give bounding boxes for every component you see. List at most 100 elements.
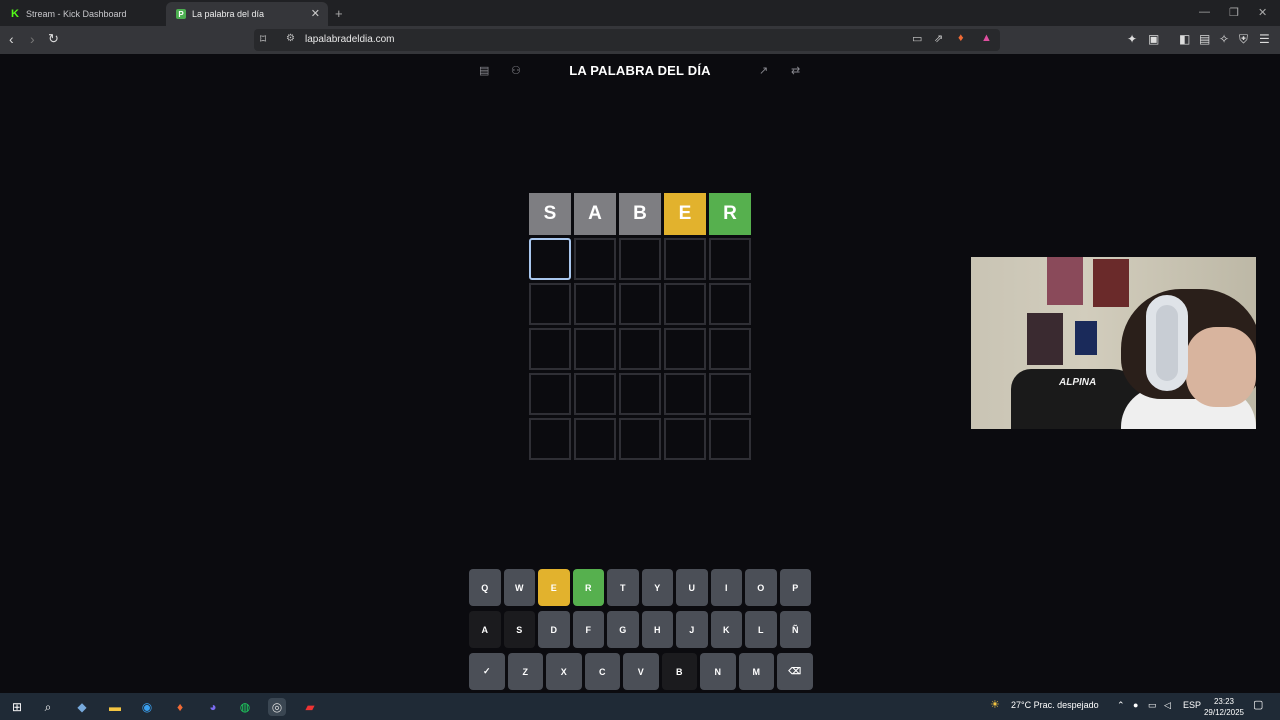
- brave-icon[interactable]: ♦: [171, 698, 189, 716]
- poster-4: [1075, 321, 1097, 355]
- key-c[interactable]: C: [584, 653, 620, 690]
- key-m[interactable]: M: [738, 653, 774, 690]
- search-icon[interactable]: ⌕: [39, 698, 57, 716]
- board-cell: [574, 283, 616, 325]
- leo-ai-icon[interactable]: ✧: [1219, 32, 1229, 46]
- key-a[interactable]: A: [469, 611, 501, 648]
- key-b[interactable]: B: [661, 653, 697, 690]
- backspace-key[interactable]: ⌫: [777, 653, 813, 690]
- weather-icon[interactable]: ☀: [990, 698, 1000, 711]
- forward-icon[interactable]: ›: [30, 31, 35, 47]
- menu-icon[interactable]: ☰: [1259, 32, 1270, 46]
- board-cell: [529, 418, 571, 460]
- key-r[interactable]: R: [572, 569, 604, 606]
- minimize-icon[interactable]: —: [1199, 6, 1210, 18]
- board-cell: [619, 373, 661, 415]
- close-tab-icon[interactable]: ✕: [311, 7, 320, 20]
- key-j[interactable]: J: [676, 611, 708, 648]
- network-icon[interactable]: ▭: [1148, 700, 1157, 711]
- key-n[interactable]: N: [700, 653, 736, 690]
- info-icon[interactable]: ▤: [479, 64, 489, 77]
- sidebar-icon[interactable]: ◧: [1179, 32, 1190, 46]
- key-t[interactable]: T: [607, 569, 639, 606]
- reload-icon[interactable]: ↻: [48, 31, 59, 47]
- board-cell: [529, 328, 571, 370]
- key-o[interactable]: O: [745, 569, 777, 606]
- headset: [1146, 295, 1188, 391]
- notifications-icon[interactable]: ▢: [1253, 698, 1263, 711]
- bookmark-icon[interactable]: ⌑: [260, 32, 266, 46]
- key-d[interactable]: D: [538, 611, 570, 648]
- key-i[interactable]: I: [710, 569, 742, 606]
- board-cell: [664, 373, 706, 415]
- site-info-icon[interactable]: ⚙: [286, 33, 295, 44]
- key-x[interactable]: X: [546, 653, 582, 690]
- poster-1: [1047, 257, 1083, 305]
- spotify-icon[interactable]: ◍: [236, 698, 254, 716]
- board-cell: [709, 283, 751, 325]
- address-bar[interactable]: ⌑ ⚙ lapalabradeldia.com ▭ ⇗ ♦ ▲: [254, 29, 1000, 51]
- key-s[interactable]: S: [503, 611, 535, 648]
- key-h[interactable]: H: [641, 611, 673, 648]
- brave-rewards-icon[interactable]: ▲: [981, 32, 992, 44]
- tab-search-icon[interactable]: ▣: [1148, 32, 1159, 46]
- palabra-icon: P: [176, 9, 186, 19]
- obs-icon[interactable]: ◎: [268, 698, 286, 716]
- vpn-icon[interactable]: ⛨: [1239, 32, 1248, 47]
- show-hidden-icons[interactable]: ⌃: [1117, 700, 1125, 711]
- board-cell: [664, 238, 706, 280]
- key-v[interactable]: V: [623, 653, 659, 690]
- keyboard-row-2: ASDFGHJKLÑ: [469, 611, 811, 648]
- key-l[interactable]: L: [745, 611, 777, 648]
- board-cell: [574, 418, 616, 460]
- key-p[interactable]: P: [779, 569, 811, 606]
- restore-icon[interactable]: ❐: [1229, 6, 1239, 19]
- keyboard-row-3: ✓ Z X C V B N M ⌫: [469, 653, 813, 690]
- clock[interactable]: 23:23 29/12/2025: [1198, 696, 1250, 718]
- key-y[interactable]: Y: [641, 569, 673, 606]
- enter-key[interactable]: ✓: [469, 653, 505, 690]
- key-q[interactable]: Q: [469, 569, 501, 606]
- kick-icon: K: [11, 8, 19, 20]
- board-cell: [619, 328, 661, 370]
- board-cell: [709, 238, 751, 280]
- board-cell: [664, 418, 706, 460]
- copilot-icon[interactable]: ◆: [73, 698, 91, 716]
- key-k[interactable]: K: [710, 611, 742, 648]
- key-z[interactable]: Z: [507, 653, 543, 690]
- back-icon[interactable]: ‹: [9, 31, 14, 47]
- brave-shields-icon[interactable]: ♦: [958, 32, 964, 44]
- tab-palabra-del-dia[interactable]: P La palabra del día ✕: [166, 2, 328, 26]
- cast-icon[interactable]: ▭: [912, 32, 922, 45]
- weather-text[interactable]: 27°C Prac. despejado: [1011, 700, 1099, 710]
- settings-icon[interactable]: ⇄: [791, 64, 800, 77]
- stats-icon[interactable]: ↗: [759, 64, 768, 77]
- key-ñ[interactable]: Ñ: [779, 611, 811, 648]
- poster-2: [1093, 259, 1129, 307]
- board-cell: R: [709, 193, 751, 235]
- board-cell: S: [529, 193, 571, 235]
- key-g[interactable]: G: [607, 611, 639, 648]
- share-icon[interactable]: ⇗: [934, 32, 943, 45]
- app-icon[interactable]: ▰: [301, 698, 319, 716]
- user-icon[interactable]: ⚇: [511, 64, 521, 77]
- wallet-icon[interactable]: ▤: [1199, 32, 1210, 46]
- file-explorer-icon[interactable]: ▬: [106, 698, 124, 716]
- board-cell: [574, 238, 616, 280]
- key-u[interactable]: U: [676, 569, 708, 606]
- discord-icon[interactable]: ◕: [204, 698, 222, 716]
- microphone-icon[interactable]: ●: [1133, 700, 1138, 710]
- extensions-icon[interactable]: ✦: [1127, 32, 1137, 46]
- tab-kick-dashboard[interactable]: K Stream - Kick Dashboard: [0, 2, 166, 26]
- person-face: [1186, 327, 1256, 407]
- volume-icon[interactable]: ◁: [1164, 700, 1171, 711]
- board-cell: [709, 373, 751, 415]
- new-tab-icon[interactable]: +: [335, 6, 343, 21]
- key-f[interactable]: F: [572, 611, 604, 648]
- close-window-icon[interactable]: ✕: [1258, 6, 1267, 19]
- key-e[interactable]: E: [538, 569, 570, 606]
- edge-icon[interactable]: ◉: [138, 698, 156, 716]
- windows-start-icon[interactable]: ⊞: [8, 698, 26, 716]
- key-w[interactable]: W: [503, 569, 535, 606]
- board-cell: A: [574, 193, 616, 235]
